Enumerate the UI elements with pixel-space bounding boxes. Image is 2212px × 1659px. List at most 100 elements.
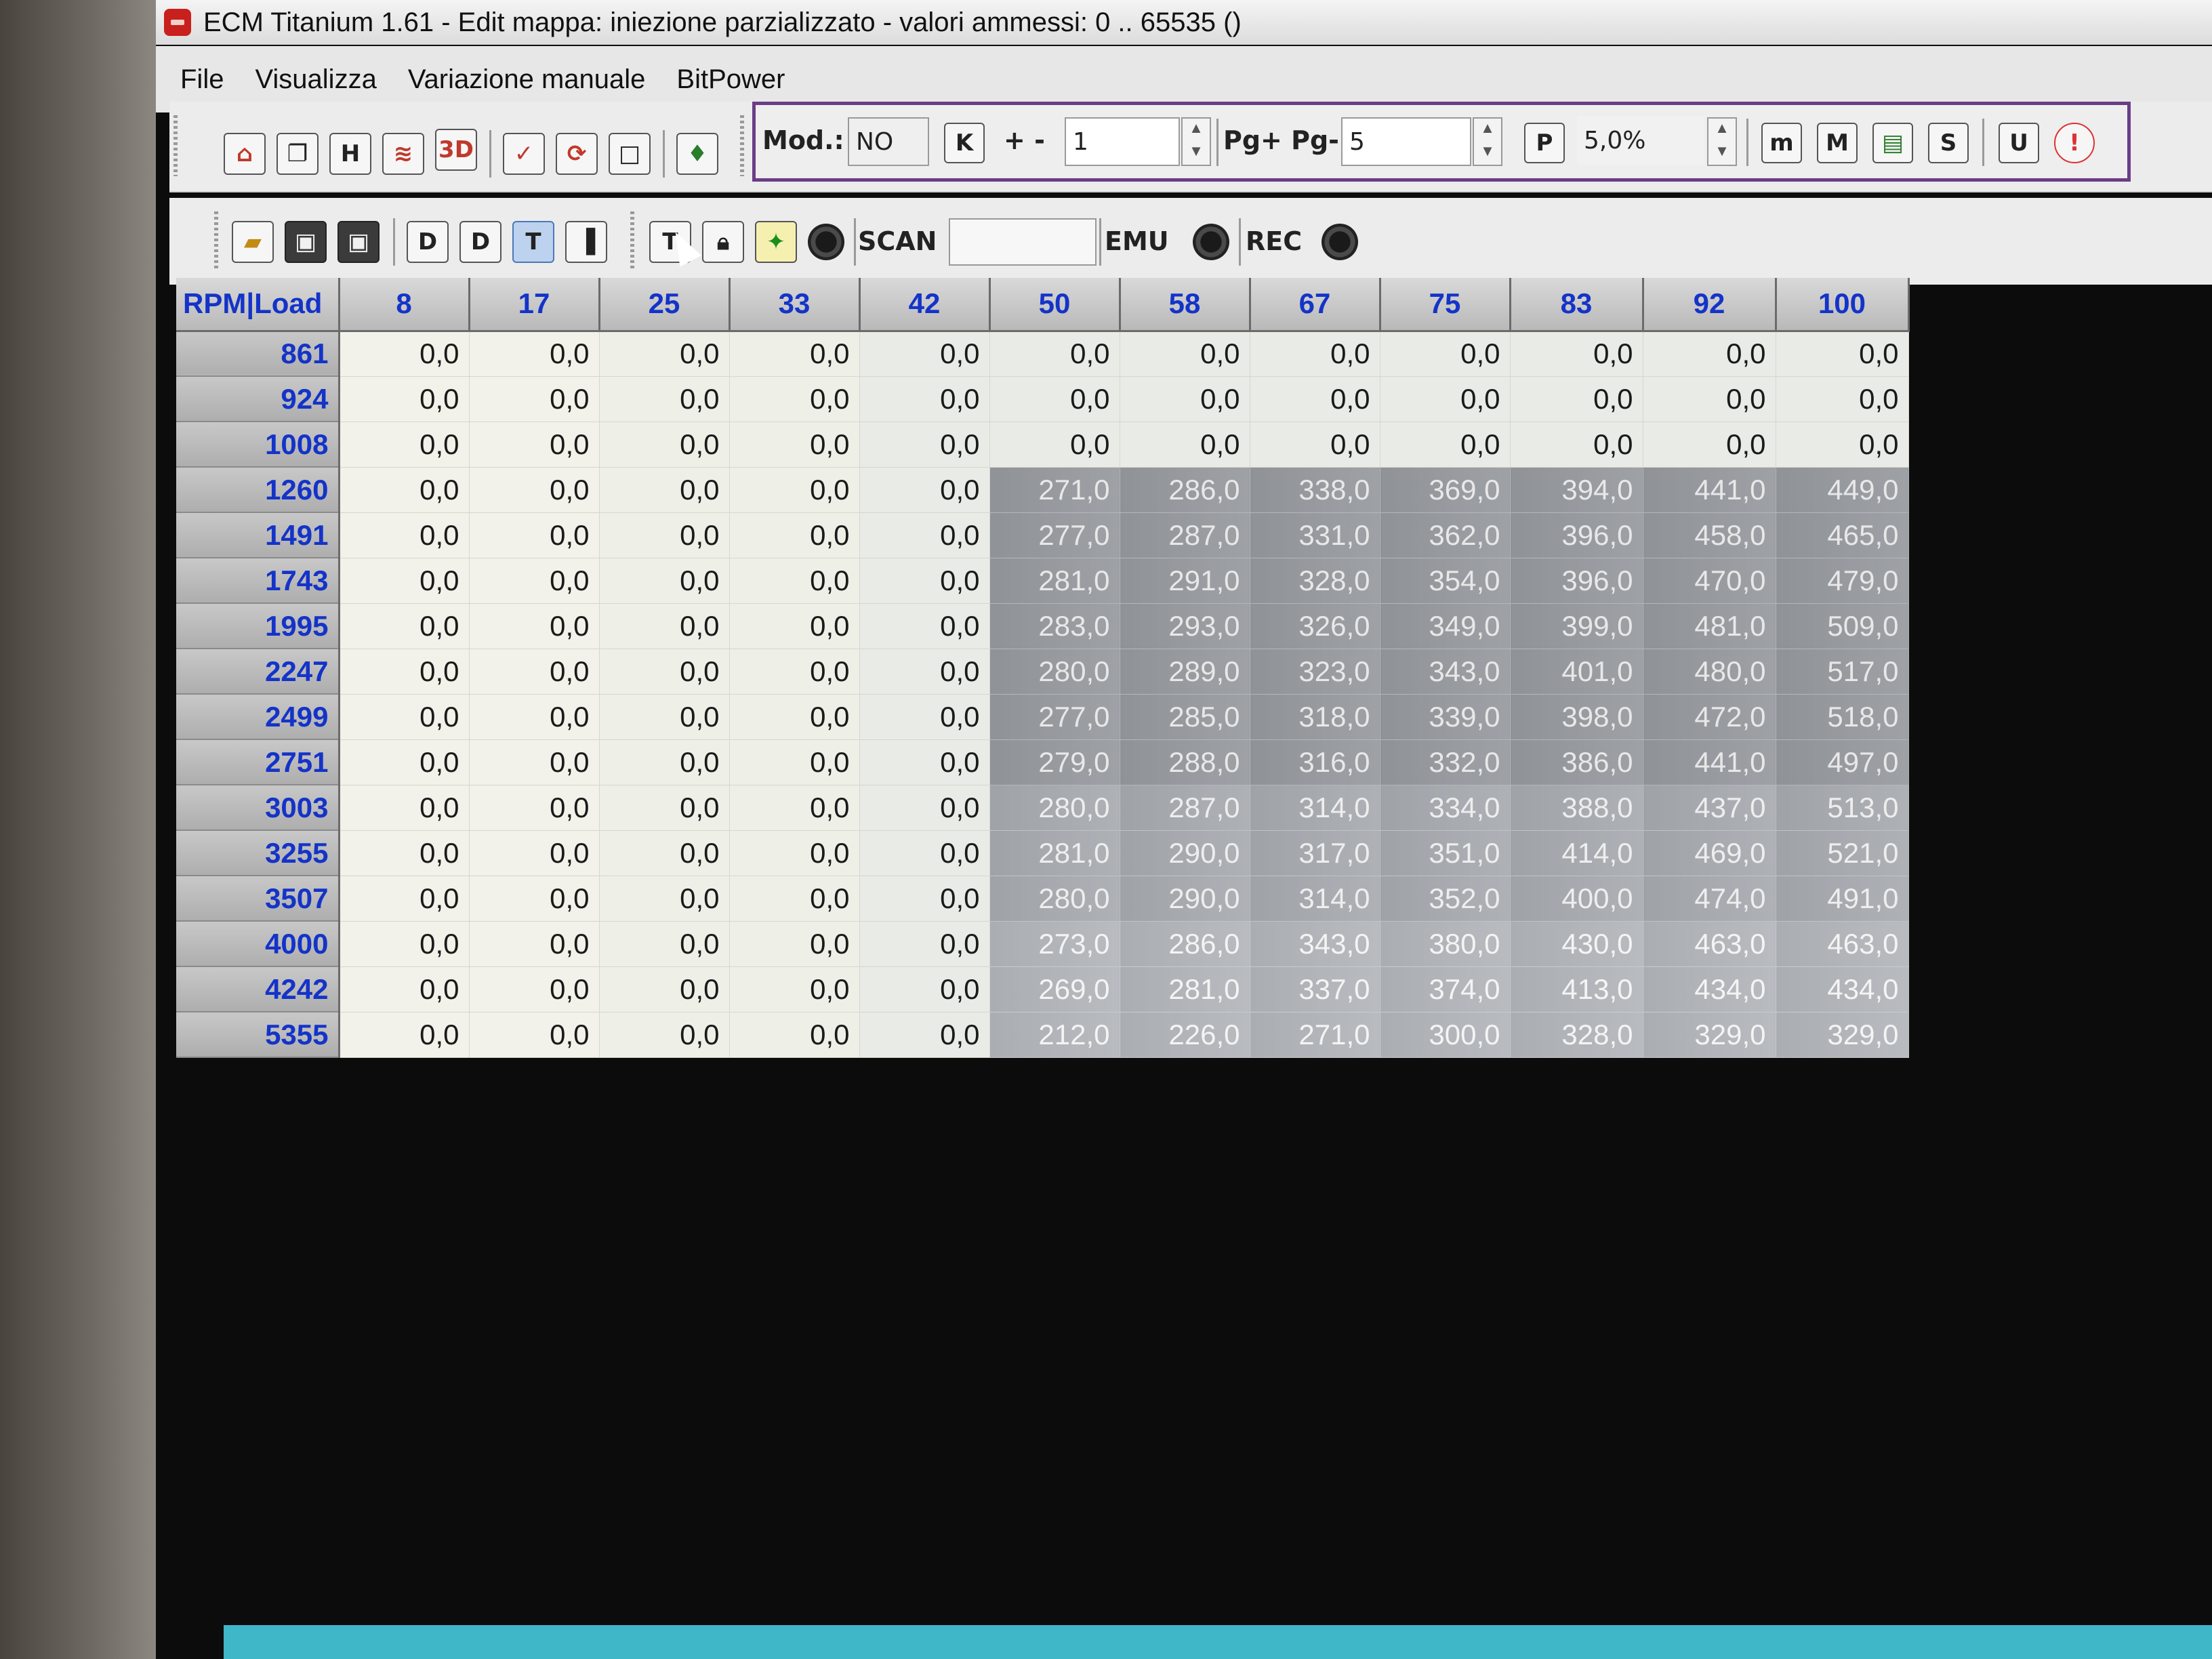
map-cell[interactable]: 0,0 [468, 920, 600, 967]
map-cell[interactable]: 277,0 [989, 512, 1120, 558]
load-column-header[interactable]: 58 [1120, 278, 1251, 332]
map-cell[interactable]: 396,0 [1509, 557, 1643, 604]
map-cell[interactable]: 0,0 [1775, 330, 1909, 377]
map-cell[interactable]: 0,0 [468, 602, 600, 649]
rpm-row-header[interactable]: 1008 [176, 422, 340, 468]
map-cell[interactable]: 0,0 [468, 1011, 600, 1058]
save-icon[interactable]: ▣ [285, 221, 327, 263]
map-cell[interactable]: 0,0 [468, 739, 600, 785]
map-cell[interactable]: 430,0 [1509, 920, 1643, 967]
map-cell[interactable]: 293,0 [1119, 602, 1250, 649]
map-cell[interactable]: 434,0 [1775, 966, 1909, 1012]
map-cell[interactable]: 287,0 [1119, 784, 1250, 831]
map-cell[interactable]: 0,0 [729, 557, 860, 604]
map-cell[interactable]: 0,0 [859, 830, 990, 876]
map-cell[interactable]: 481,0 [1642, 602, 1776, 649]
load-column-header[interactable]: 25 [599, 278, 731, 332]
map-cell[interactable]: 0,0 [729, 512, 860, 558]
map-cell[interactable]: 394,0 [1509, 466, 1643, 513]
u-button[interactable]: U [1999, 123, 2039, 163]
map-cell[interactable]: 0,0 [859, 784, 990, 831]
map-cell[interactable]: 0,0 [468, 330, 600, 377]
map-cell[interactable]: 337,0 [1249, 966, 1380, 1012]
map-cell[interactable]: 316,0 [1249, 739, 1380, 785]
map-cell[interactable]: 0,0 [338, 920, 470, 967]
map-cell[interactable]: 0,0 [598, 330, 730, 377]
map-cell[interactable]: 0,0 [598, 693, 730, 740]
map-cell[interactable]: 314,0 [1249, 784, 1380, 831]
map-cell[interactable]: 509,0 [1775, 602, 1909, 649]
map-cell[interactable]: 0,0 [729, 739, 860, 785]
map-cell[interactable]: 434,0 [1642, 966, 1776, 1012]
map-cell[interactable]: 286,0 [1119, 466, 1250, 513]
page-input[interactable]: 5 [1341, 117, 1471, 166]
map-cell[interactable]: 0,0 [338, 739, 470, 785]
map-cell[interactable]: 369,0 [1379, 466, 1511, 513]
map-cell[interactable]: 517,0 [1775, 648, 1909, 695]
map-cell[interactable]: 0,0 [598, 648, 730, 695]
map-cell[interactable]: 0,0 [729, 648, 860, 695]
rpm-row-header[interactable]: 1491 [176, 512, 340, 558]
map-cell[interactable]: 463,0 [1775, 920, 1909, 967]
map-cell[interactable]: 0,0 [468, 557, 600, 604]
map-cell[interactable]: 0,0 [338, 966, 470, 1012]
app-icon[interactable] [164, 9, 191, 36]
graph-icon[interactable]: ▤ [1872, 123, 1913, 163]
map-cell[interactable]: 323,0 [1249, 648, 1380, 695]
map-cell[interactable]: 0,0 [598, 830, 730, 876]
menu-visualizza[interactable]: Visualizza [255, 64, 376, 95]
map-cell[interactable]: 0,0 [598, 739, 730, 785]
m-large-button[interactable]: M [1817, 123, 1858, 163]
map-cell[interactable]: 449,0 [1775, 466, 1909, 513]
rpm-row-header[interactable]: 4242 [176, 966, 340, 1012]
k-button[interactable]: K [944, 123, 985, 163]
map-cell[interactable]: 283,0 [989, 602, 1120, 649]
map-cell[interactable]: 518,0 [1775, 693, 1909, 740]
map-cell[interactable]: 0,0 [859, 466, 990, 513]
map-cell[interactable]: 300,0 [1379, 1011, 1511, 1058]
map-cell[interactable]: 281,0 [989, 830, 1120, 876]
map-cell[interactable]: 286,0 [1119, 920, 1250, 967]
windows-icon[interactable]: ❐ [276, 133, 319, 175]
map-cell[interactable]: 0,0 [859, 693, 990, 740]
map-cell[interactable]: 414,0 [1509, 830, 1643, 876]
map-cell[interactable]: 0,0 [1642, 375, 1776, 422]
map-cell[interactable]: 280,0 [989, 784, 1120, 831]
map-cell[interactable]: 0,0 [859, 920, 990, 967]
map-cell[interactable]: 328,0 [1509, 1011, 1643, 1058]
map-cell[interactable]: 0,0 [468, 466, 600, 513]
map-cell[interactable]: 0,0 [338, 648, 470, 695]
rpm-row-header[interactable]: 1260 [176, 467, 340, 513]
map-cell[interactable]: 0,0 [468, 784, 600, 831]
map-cell[interactable]: 0,0 [468, 421, 600, 468]
map-cell[interactable]: 0,0 [338, 602, 470, 649]
map-cell[interactable]: 273,0 [989, 920, 1120, 967]
map-cell[interactable]: 0,0 [338, 1011, 470, 1058]
load-column-header[interactable]: 83 [1510, 278, 1644, 332]
map-cell[interactable]: 0,0 [468, 966, 600, 1012]
map-cell[interactable]: 0,0 [729, 375, 860, 422]
load-column-header[interactable]: 50 [989, 278, 1121, 332]
map-cell[interactable]: 0,0 [1379, 375, 1511, 422]
rpm-row-header[interactable]: 1995 [176, 603, 340, 649]
map-cell[interactable]: 0,0 [338, 421, 470, 468]
toolbar-grip[interactable] [214, 211, 218, 270]
map-cell[interactable]: 0,0 [598, 920, 730, 967]
map-cell[interactable]: 290,0 [1119, 830, 1250, 876]
home-icon[interactable]: ⌂ [224, 133, 266, 175]
map-cell[interactable]: 0,0 [989, 330, 1120, 377]
map-cell[interactable]: 463,0 [1642, 920, 1776, 967]
map-cell[interactable]: 318,0 [1249, 693, 1380, 740]
map-cell[interactable]: 0,0 [468, 512, 600, 558]
map-cell[interactable]: 289,0 [1119, 648, 1250, 695]
map-cell[interactable]: 491,0 [1775, 875, 1909, 922]
percent-input[interactable]: 5,0% [1577, 116, 1704, 165]
map-cell[interactable]: 399,0 [1509, 602, 1643, 649]
hex-icon[interactable]: H [329, 133, 371, 175]
map-cell[interactable]: 469,0 [1642, 830, 1776, 876]
map-cell[interactable]: 271,0 [989, 466, 1120, 513]
map-cell[interactable]: 0,0 [338, 830, 470, 876]
map-cell[interactable]: 0,0 [598, 466, 730, 513]
map-cell[interactable]: 0,0 [1509, 375, 1643, 422]
map-cell[interactable]: 343,0 [1249, 920, 1380, 967]
